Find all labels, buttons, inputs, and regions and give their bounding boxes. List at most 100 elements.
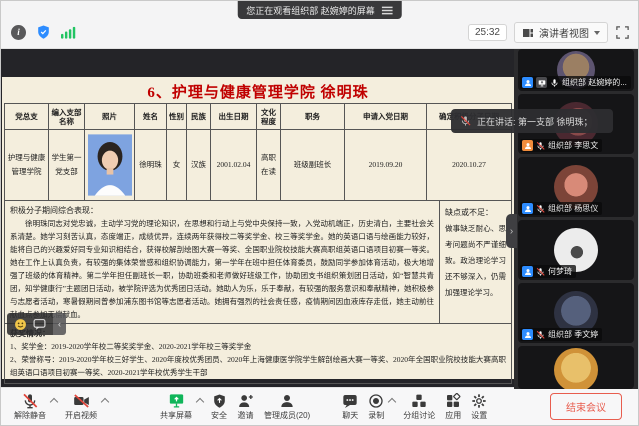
record-button[interactable]: 录制 [363, 393, 389, 421]
fullscreen-icon[interactable] [615, 25, 630, 40]
record-icon [368, 393, 384, 409]
participants-sidebar: 组织部 赵婉婷的... 组织部 李思文 组织部 杨思仪 [514, 49, 638, 389]
mic-muted-icon [536, 267, 545, 277]
view-mode-button[interactable]: 演讲者视图 [514, 22, 608, 43]
awards-label: 获奖情况： [10, 327, 506, 340]
sidebar-collapse-handle[interactable]: › [506, 214, 517, 248]
chat-icon [342, 393, 358, 409]
apps-icon [445, 393, 461, 409]
participant-tile[interactable]: 何梦琦 [518, 220, 634, 280]
manage-members-button[interactable]: 管理成员(20) [259, 393, 315, 421]
table-header: 性别 [167, 104, 187, 130]
member-badge-icon [522, 329, 533, 340]
share-screen-button[interactable]: 共享屏幕 [155, 393, 197, 421]
award-line: 2、荣誉称号：2019-2020学年校三好学生、2020年度校优秀团员、2020… [10, 353, 506, 379]
annotation-toolbar: ‹ [7, 313, 66, 335]
speaking-toast-text: 正在讲话: 第一支部 徐明珠； [477, 115, 593, 128]
mic-muted-icon [22, 393, 38, 409]
participant-tile[interactable]: 组织部 赵婉婷的... [518, 49, 634, 91]
manage-members-label: 管理成员(20) [264, 410, 310, 421]
video-options-chevron[interactable] [101, 397, 109, 405]
share-screen-label: 共享屏幕 [160, 410, 192, 421]
member-badge-icon [522, 140, 533, 151]
mic-muted-icon [460, 115, 471, 127]
chat-button[interactable]: 聊天 [337, 393, 363, 421]
weakness-body: 做事缺乏耐心、思考问题尚不严谨细致。政治理论学习还不够深入，仍需加强理论学习。 [445, 221, 506, 301]
start-video-button[interactable]: 开启视频 [60, 393, 102, 421]
table-cell: 学生第一党支部 [49, 130, 85, 200]
table-header: 出生日期 [211, 104, 257, 130]
participant-name: 组织部 李思文 [548, 140, 598, 151]
meeting-timer: 25:32 [468, 24, 507, 41]
table-cell: 2019.09.20 [345, 130, 427, 200]
mic-muted-icon [536, 141, 545, 151]
table-cell: 高职在读 [257, 130, 281, 200]
record-label: 录制 [368, 410, 384, 421]
mic-muted-icon [536, 330, 545, 340]
settings-label: 设置 [471, 410, 487, 421]
screen-share-badge-icon [536, 77, 547, 88]
security-shield-icon[interactable] [36, 24, 51, 40]
unmute-label: 解除静音 [14, 410, 46, 421]
chevron-right-icon: › [510, 226, 513, 237]
record-options-chevron[interactable] [388, 397, 396, 405]
table-header: 照片 [85, 104, 135, 130]
apps-button[interactable]: 应用 [440, 393, 466, 421]
evaluation-label: 积极分子期间综合表现： [10, 204, 434, 217]
document-title: 6、护理与健康管理学院 徐明珠 [2, 77, 514, 103]
weakness-label: 缺点或不足： [445, 205, 506, 221]
end-meeting-button[interactable]: 结束会议 [550, 393, 622, 420]
screen-share-icon [168, 393, 185, 409]
table-cell: 2020.10.27 [427, 130, 511, 200]
participant-name: 组织部 季文婷 [548, 329, 598, 340]
member-badge-icon [522, 77, 533, 88]
table-header: 姓名 [135, 104, 167, 130]
apps-label: 应用 [445, 410, 461, 421]
annotation-collapse-icon[interactable]: ‹ [53, 313, 66, 335]
shared-screen-area: 6、护理与健康管理学院 徐明珠 党总支 编入支部名称 照片 姓名 性别 民族 出… [1, 49, 514, 389]
table-cell: 班级副班长 [281, 130, 345, 200]
evaluation-body: 徐明珠同志对党忠诚，主动学习党的理论知识，在思想和行动上与党中央保持一致，入党动… [10, 217, 434, 321]
candidate-info-table: 党总支 编入支部名称 照片 姓名 性别 民族 出生日期 文化程度 职务 申请入党… [4, 103, 512, 200]
top-bar: 您正在观看组织部 赵婉婷的屏幕 i 25:32 演讲者视图 [1, 1, 638, 49]
mic-options-chevron[interactable] [50, 397, 58, 405]
unmute-button[interactable]: 解除静音 [9, 393, 51, 421]
participant-name: 何梦琦 [548, 266, 572, 277]
emoji-reaction-icon[interactable] [14, 318, 27, 331]
chat-bubble-icon[interactable] [33, 318, 46, 331]
speaking-toast: 正在讲话: 第一支部 徐明珠； [451, 109, 613, 133]
meeting-info-icon[interactable]: i [11, 25, 26, 40]
table-header: 职务 [281, 104, 345, 130]
invite-button[interactable]: 邀请 [232, 393, 259, 421]
security-button[interactable]: 安全 [206, 393, 232, 421]
view-mode-label: 演讲者视图 [539, 25, 589, 40]
evaluation-section: 积极分子期间综合表现： 徐明珠同志对党忠诚，主动学习党的理论知识，在思想和行动上… [4, 200, 512, 324]
watching-banner[interactable]: 您正在观看组织部 赵婉婷的屏幕 [237, 1, 402, 19]
chevron-down-icon [594, 31, 600, 35]
hamburger-menu-icon[interactable] [382, 6, 393, 15]
network-signal-icon[interactable] [61, 25, 76, 39]
watching-banner-text: 您正在观看组织部 赵婉婷的屏幕 [246, 4, 375, 17]
camera-off-icon [73, 393, 90, 409]
table-header: 文化程度 [257, 104, 281, 130]
breakout-rooms-button[interactable]: 分组讨论 [398, 393, 440, 421]
mic-on-icon [550, 78, 559, 88]
id-photo [88, 133, 132, 197]
gear-icon [471, 393, 487, 409]
participant-tile[interactable] [518, 346, 634, 389]
shared-document: 6、护理与健康管理学院 徐明珠 党总支 编入支部名称 照片 姓名 性别 民族 出… [2, 77, 514, 379]
table-header: 民族 [187, 104, 211, 130]
mic-muted-icon [536, 204, 545, 214]
settings-button[interactable]: 设置 [466, 393, 492, 421]
share-options-chevron[interactable] [196, 397, 204, 405]
table-header: 党总支 [5, 104, 49, 130]
invite-person-icon [237, 393, 254, 409]
table-header: 编入支部名称 [49, 104, 85, 130]
participant-tile[interactable]: 组织部 季文婷 [518, 283, 634, 343]
awards-section: 获奖情况： 1、奖学金：2019-2020学年校二等奖奖学金、2020-2021… [4, 324, 512, 384]
breakout-label: 分组讨论 [403, 410, 435, 421]
meeting-window: 您正在观看组织部 赵婉婷的屏幕 i 25:32 演讲者视图 6、护理与健康管理学… [0, 0, 639, 426]
participant-tile[interactable]: 组织部 杨思仪 [518, 157, 634, 217]
members-icon [279, 393, 295, 409]
chat-label: 聊天 [342, 410, 358, 421]
